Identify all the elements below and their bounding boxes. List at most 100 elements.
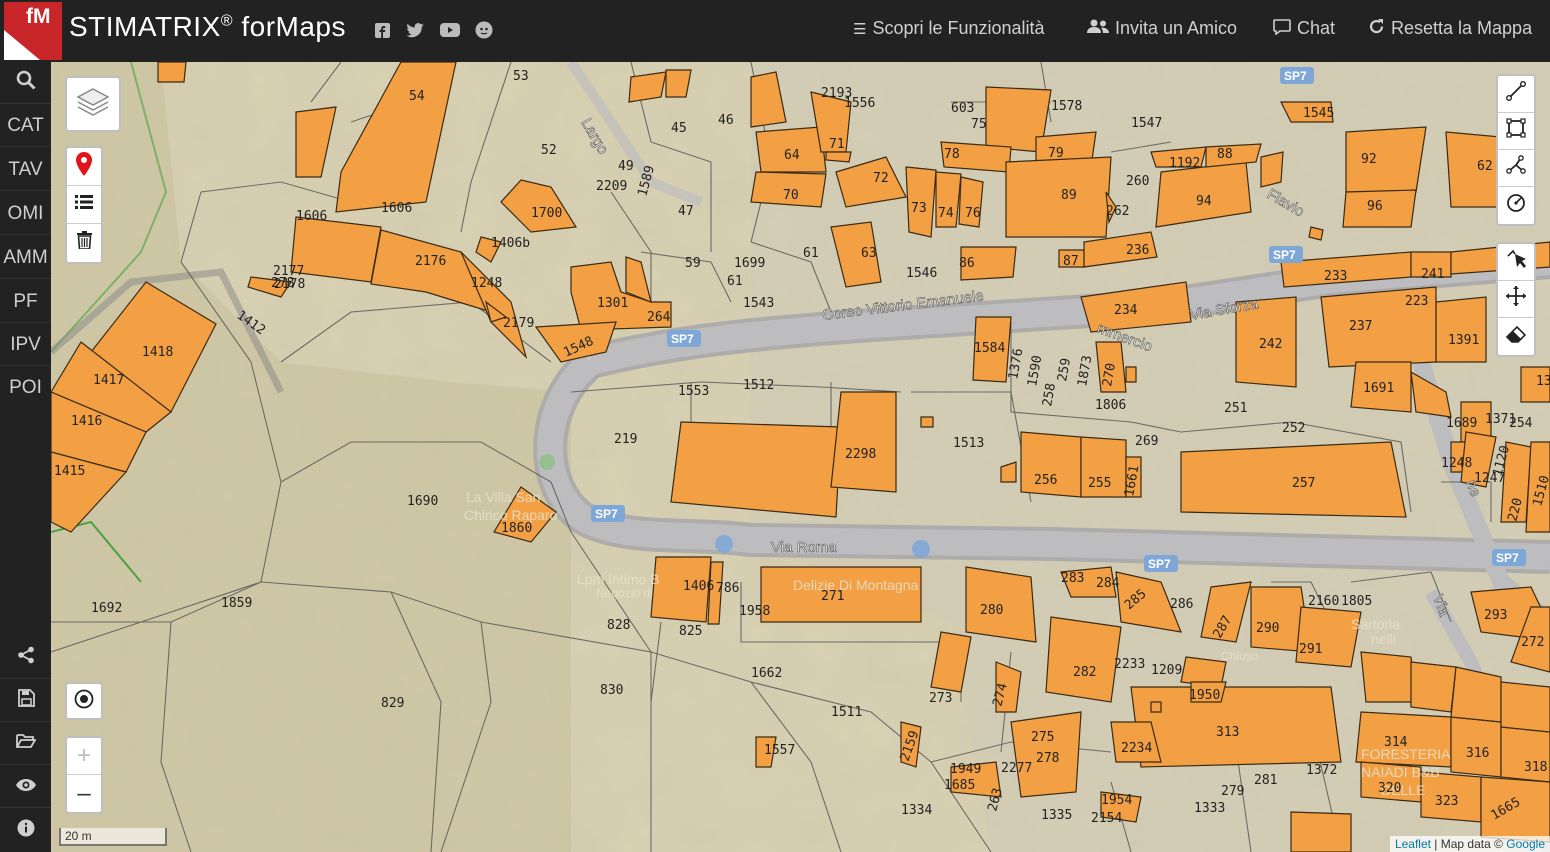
svg-text:1805: 1805 — [1341, 594, 1372, 609]
svg-text:1584: 1584 — [974, 341, 1005, 356]
svg-text:829: 829 — [381, 696, 404, 711]
svg-text:1336: 1336 — [1536, 374, 1550, 389]
delete-markers-button[interactable] — [67, 224, 101, 262]
features-link[interactable]: ☰ Scopri le Funzionalità — [853, 18, 1045, 39]
cadastral-map[interactable]: Corso Vittorio Emanuele Via Roma Via Sfo… — [51, 62, 1550, 852]
save-button[interactable] — [0, 680, 51, 722]
svg-text:1301: 1301 — [597, 296, 628, 311]
sp7-badge-label: SP7 — [1148, 557, 1171, 571]
svg-text:74: 74 — [938, 206, 954, 221]
logo-text: fM — [26, 5, 51, 28]
svg-text:280: 280 — [980, 603, 1003, 618]
sidebar-item-pf[interactable]: PF — [0, 281, 51, 323]
move-shapes-button[interactable] — [1498, 281, 1534, 318]
svg-text:786: 786 — [716, 581, 739, 596]
svg-text:318: 318 — [1524, 760, 1547, 775]
svg-text:252: 252 — [1282, 421, 1305, 436]
svg-text:1606: 1606 — [296, 209, 327, 224]
poi-lpm-label: Lpm Intimo B — [577, 571, 659, 587]
svg-text:1546: 1546 — [906, 266, 937, 281]
svg-text:1547: 1547 — [1131, 116, 1162, 131]
zoom-in-button[interactable]: + — [67, 738, 101, 775]
draw-polygon-button[interactable] — [1498, 113, 1534, 150]
invite-friend-link[interactable]: Invita un Amico — [1087, 18, 1237, 39]
svg-text:236: 236 — [1126, 243, 1149, 258]
svg-text:89: 89 — [1061, 188, 1077, 203]
erase-shapes-button[interactable] — [1498, 318, 1534, 355]
svg-text:1689: 1689 — [1446, 416, 1477, 431]
svg-text:1949: 1949 — [950, 762, 981, 777]
edit-icon — [1505, 248, 1527, 276]
svg-text:1406b: 1406b — [491, 236, 530, 251]
map-canvas[interactable]: Corso Vittorio Emanuele Via Roma Via Sfo… — [51, 62, 1550, 852]
svg-text:94: 94 — [1196, 194, 1212, 209]
top-navbar: fM STIMATRIX® forMaps ☰ Scopri le Funzio… — [0, 0, 1550, 62]
locate-button[interactable] — [65, 682, 103, 720]
sidebar-search-button[interactable] — [0, 62, 51, 104]
sidebar-item-ipv[interactable]: IPV — [0, 324, 51, 366]
svg-text:293: 293 — [1484, 608, 1507, 623]
sidebar-item-cat[interactable]: CAT — [0, 105, 51, 147]
svg-text:825: 825 — [679, 624, 702, 639]
open-button[interactable] — [0, 723, 51, 765]
zoom-out-button[interactable]: – — [67, 775, 101, 812]
reset-map-link[interactable]: Resetta la Mappa — [1368, 18, 1532, 39]
sidebar-item-amm[interactable]: AMM — [0, 237, 51, 279]
eye-icon — [15, 776, 37, 798]
svg-text:1513: 1513 — [953, 436, 984, 451]
svg-text:1545: 1545 — [1303, 106, 1334, 121]
twitter-icon[interactable] — [405, 20, 425, 40]
svg-text:1333: 1333 — [1194, 801, 1225, 816]
svg-text:260: 260 — [1126, 174, 1149, 189]
svg-text:49: 49 — [618, 159, 634, 174]
sidebar-item-omi[interactable]: OMI — [0, 193, 51, 235]
add-marker-button[interactable] — [67, 148, 101, 186]
visibility-button[interactable] — [0, 766, 51, 808]
draw-path-button[interactable] — [1498, 150, 1534, 187]
svg-text:242: 242 — [1259, 337, 1282, 352]
svg-text:275: 275 — [1031, 730, 1054, 745]
google-link[interactable]: Google — [1506, 837, 1545, 851]
draw-polyline-button[interactable] — [1498, 76, 1534, 113]
youtube-icon[interactable] — [440, 20, 460, 40]
map-marker-icon — [76, 151, 92, 182]
svg-text:1371: 1371 — [1485, 412, 1516, 427]
svg-text:271: 271 — [821, 589, 844, 604]
chat-link[interactable]: Chat — [1273, 18, 1335, 39]
folder-open-icon — [15, 732, 37, 755]
svg-text:257: 257 — [1292, 476, 1315, 491]
svg-text:1954: 1954 — [1101, 793, 1132, 808]
svg-text:1248: 1248 — [471, 276, 502, 291]
list-icon: ☰ — [853, 20, 867, 38]
svg-text:1700: 1700 — [531, 206, 562, 221]
svg-text:291: 291 — [1299, 642, 1322, 657]
svg-text:59: 59 — [685, 256, 701, 271]
svg-text:1578: 1578 — [1051, 99, 1082, 114]
sidebar-item-poi[interactable]: POI — [0, 367, 51, 409]
edit-shapes-button[interactable] — [1498, 244, 1534, 281]
draw-circle-button[interactable] — [1498, 187, 1534, 224]
marker-list-button[interactable] — [67, 186, 101, 224]
info-button[interactable] — [0, 810, 51, 852]
svg-text:1415: 1415 — [54, 464, 85, 479]
svg-text:47: 47 — [678, 204, 694, 219]
svg-text:284: 284 — [1096, 576, 1120, 591]
share-button[interactable] — [0, 637, 51, 679]
svg-text:255: 255 — [1088, 476, 1111, 491]
svg-text:2209: 2209 — [596, 179, 627, 194]
layers-control-button[interactable] — [65, 76, 121, 132]
app-title[interactable]: STIMATRIX® forMaps — [69, 11, 346, 43]
svg-text:78: 78 — [944, 147, 960, 162]
svg-text:234: 234 — [1114, 303, 1138, 318]
svg-text:92: 92 — [1361, 152, 1377, 167]
svg-text:1416: 1416 — [71, 414, 102, 429]
sidebar-item-tav[interactable]: TAV — [0, 149, 51, 191]
circle-icon — [1506, 193, 1526, 219]
svg-text:1209: 1209 — [1151, 663, 1182, 678]
leaflet-link[interactable]: Leaflet — [1395, 837, 1431, 851]
github-icon[interactable] — [474, 20, 494, 40]
facebook-icon[interactable] — [372, 20, 392, 40]
svg-text:286: 286 — [1170, 597, 1193, 612]
svg-text:1699: 1699 — [734, 256, 765, 271]
app-logo[interactable]: fM — [4, 2, 62, 60]
